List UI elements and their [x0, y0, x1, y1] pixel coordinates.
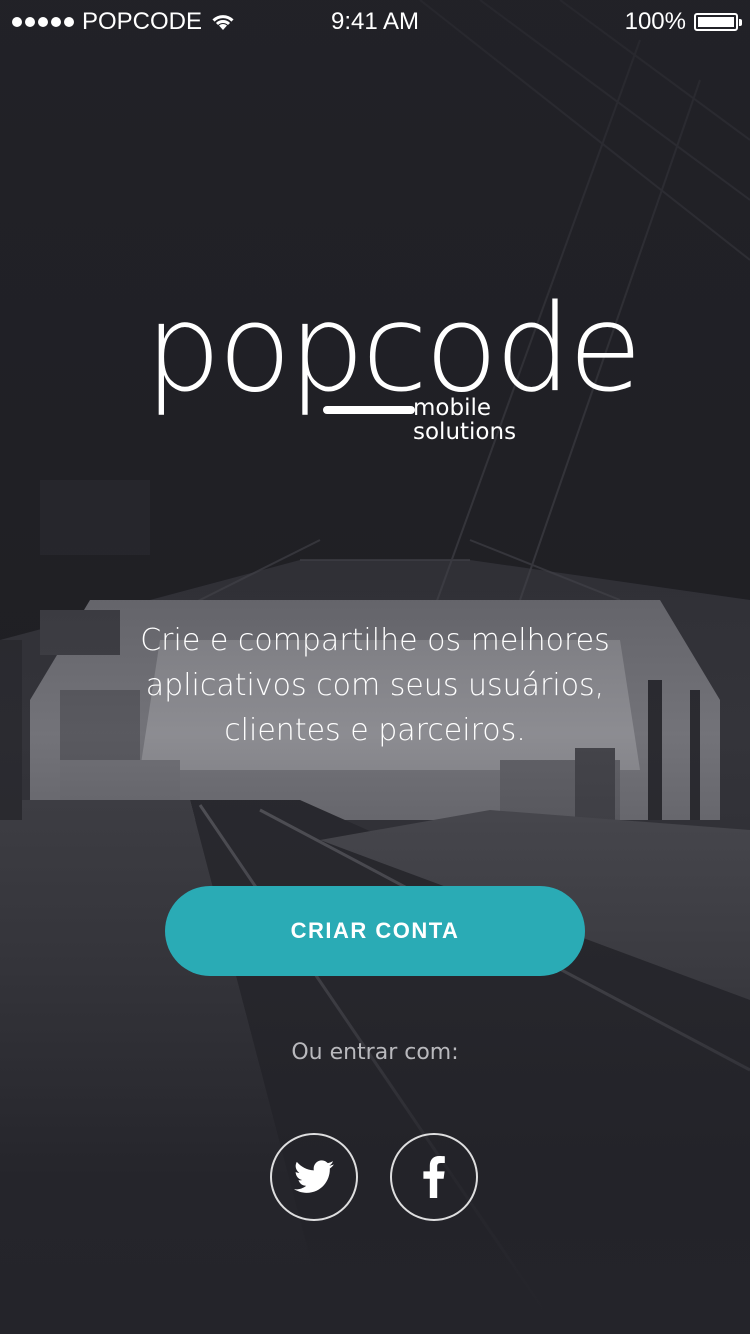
battery-icon [694, 13, 742, 31]
logo-underline [323, 406, 415, 414]
tagline-line1: Crie e compartilhe os melhores [140, 623, 610, 658]
facebook-icon [423, 1156, 445, 1198]
create-account-button[interactable]: CRIAR CONTA [165, 886, 585, 976]
status-right: 100% [624, 8, 742, 36]
logo-subtitle: mobile solutions [413, 396, 516, 444]
brand-logo: popcode mobile solutions [145, 290, 642, 450]
tagline: Crie e compartilhe os melhores aplicativ… [100, 618, 650, 753]
status-bar: POPCODE 9:41 AM 100% [0, 0, 750, 40]
login-prompt: Ou entrar com: [291, 1040, 459, 1065]
logo-subtitle-line1: mobile [413, 395, 492, 421]
twitter-icon [294, 1160, 334, 1193]
battery-percent: 100% [624, 8, 686, 35]
tagline-line2: aplicativos com seus usuários, [145, 668, 605, 703]
twitter-login-button[interactable] [270, 1133, 358, 1221]
tagline-line3: clientes e parceiros. [224, 713, 526, 748]
logo-wordmark: popcode [145, 280, 642, 419]
app-screen: POPCODE 9:41 AM 100% popcode mobile solu… [0, 0, 750, 1334]
facebook-login-button[interactable] [390, 1133, 478, 1221]
logo-subtitle-line2: solutions [413, 419, 517, 445]
